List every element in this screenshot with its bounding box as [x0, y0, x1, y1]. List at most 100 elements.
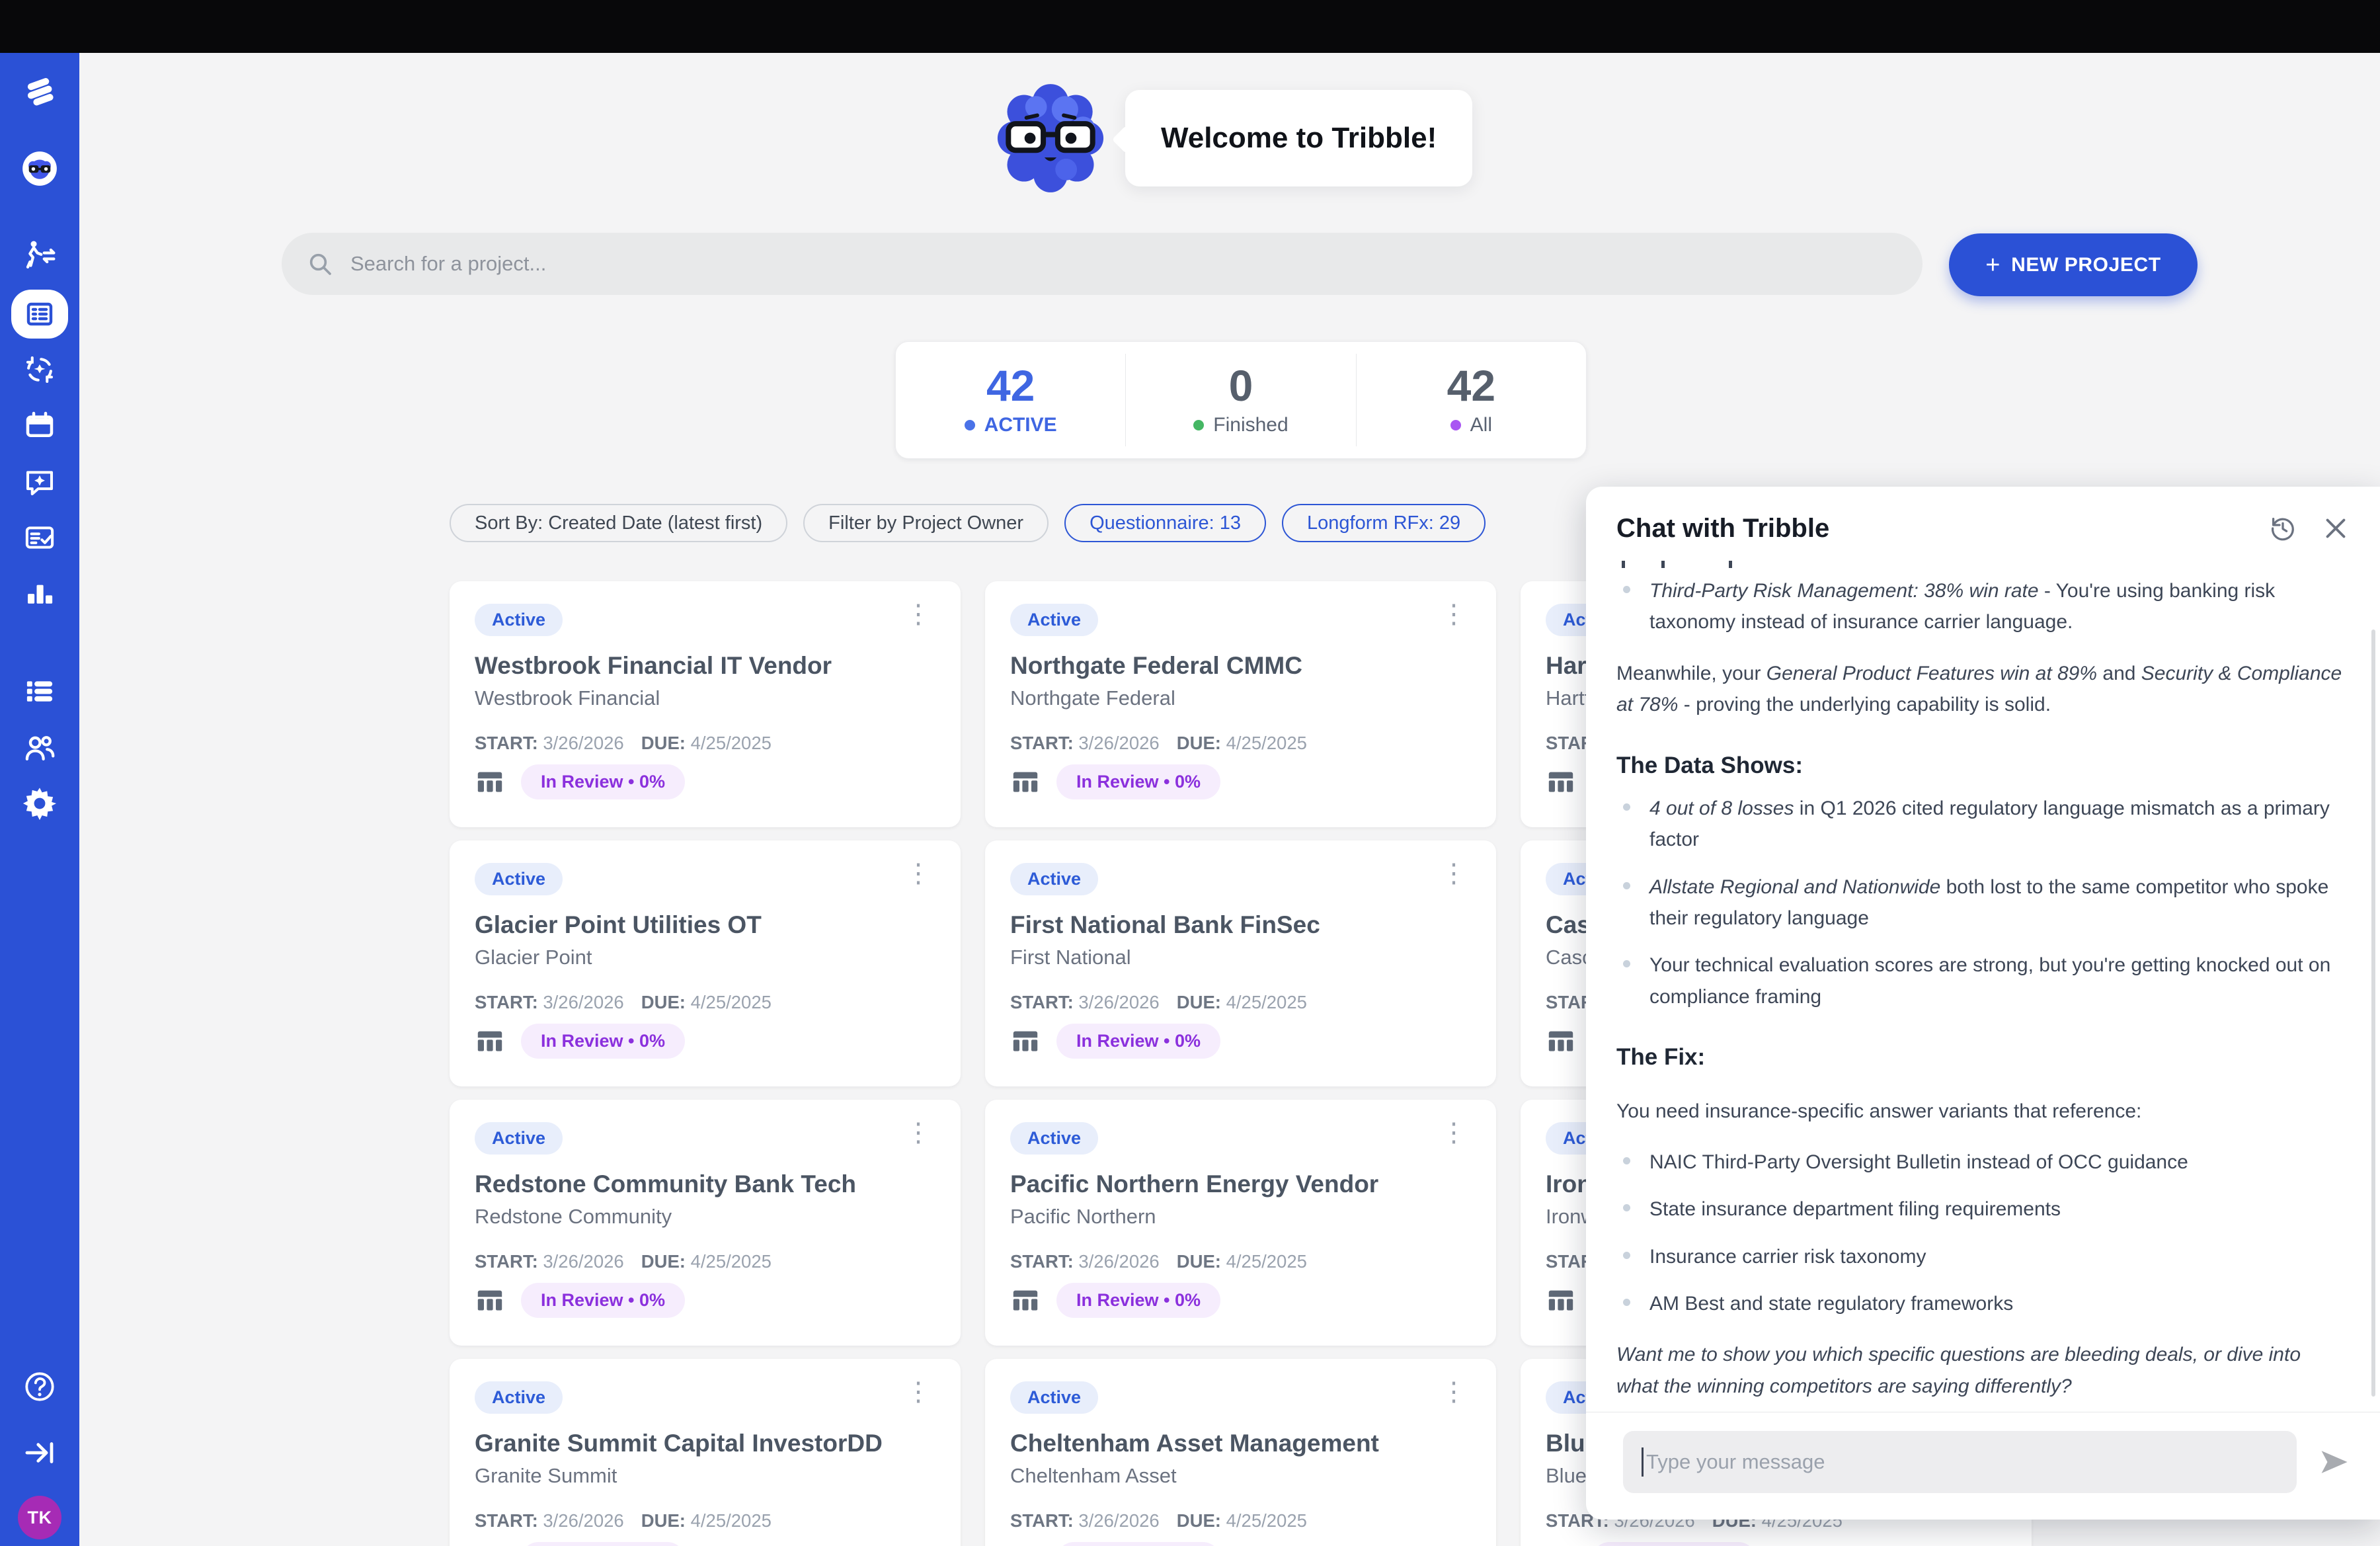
project-card[interactable]: Active⋮Northgate Federal CMMCNorthgate F… — [985, 581, 1496, 827]
project-status-badge: Active — [475, 1122, 563, 1155]
project-status-badge: Active — [1010, 604, 1098, 636]
card-top-row: Active ⋮ — [1010, 604, 1471, 636]
chat-input-wrap[interactable] — [1623, 1431, 2297, 1493]
project-client: Northgate Federal — [1010, 686, 1471, 710]
review-progress-badge: In Review • 0% — [1056, 1283, 1220, 1318]
sort-chip[interactable]: Sort By: Created Date (latest first) — [450, 504, 787, 542]
list-rows-icon[interactable] — [22, 673, 58, 709]
chat-history-button[interactable] — [2268, 513, 2298, 544]
review-progress-badge: In Review • 0% — [521, 1542, 685, 1546]
kebab-menu-icon[interactable]: ⋮ — [1437, 604, 1471, 625]
new-project-label: NEW PROJECT — [2011, 254, 2161, 276]
chat-text-segment: Insurance carrier risk taxonomy — [1649, 1246, 1926, 1268]
kebab-menu-icon[interactable]: ⋮ — [901, 1122, 935, 1143]
project-card[interactable]: Active⋮Westbrook Financial IT VendorWest… — [450, 581, 961, 827]
plus-icon: + — [1985, 253, 2001, 278]
chat-heading: The Data Shows: — [1616, 747, 2346, 784]
card-top-row: Active⋮ — [475, 1381, 935, 1414]
stat-active[interactable]: 42 ACTIVE — [896, 354, 1125, 446]
chat-bullet-list: 4 out of 8 losses in Q1 2026 cited regul… — [1616, 793, 2346, 1012]
card-top-row: Active⋮ — [1010, 1122, 1471, 1155]
walking-handoff-icon[interactable] — [22, 238, 58, 274]
project-card[interactable]: Active⋮Glacier Point Utilities OTGlacier… — [450, 840, 961, 1086]
project-stats: 42 ACTIVE 0 Finished 42 All — [895, 341, 1587, 459]
card-top-row: Active ⋮ — [475, 1122, 935, 1155]
kebab-menu-icon[interactable]: ⋮ — [901, 604, 935, 625]
bullet-dot-icon — [1623, 803, 1630, 811]
stat-all-label: All — [1470, 414, 1492, 436]
sync-sparkle-icon[interactable] — [22, 352, 58, 387]
project-progress-row: In Review • 0% — [1010, 1024, 1471, 1059]
chat-text-segment: - proving the underlying capability is s… — [1678, 694, 2051, 715]
project-title: Redstone Community Bank Tech — [475, 1170, 935, 1198]
kebab-menu-icon[interactable]: ⋮ — [1437, 1381, 1471, 1403]
kebab-menu-icon[interactable]: ⋮ — [1437, 863, 1471, 884]
kebab-menu-icon[interactable]: ⋮ — [901, 1381, 935, 1403]
chat-text-segment: General Product Features win at 89% — [1766, 663, 2097, 684]
help-icon[interactable] — [22, 1369, 58, 1404]
chat-text-segment: Your technical evaluation scores are str… — [1649, 954, 2330, 1007]
project-status-badge: Active — [1010, 863, 1098, 895]
card-top-row: Active ⋮ — [1010, 863, 1471, 895]
send-button[interactable] — [2317, 1445, 2351, 1479]
clipped-text-fragment — [1616, 559, 2346, 569]
chat-bullet-item: Third-Party Risk Management: 38% win rat… — [1616, 575, 2346, 638]
new-project-button[interactable]: + NEW PROJECT — [1949, 233, 2198, 296]
table-icon — [1010, 1285, 1041, 1316]
project-card[interactable]: Active⋮Cheltenham Asset ManagementChelte… — [985, 1359, 1496, 1546]
text-caret — [1642, 1447, 1644, 1477]
chat-bullet-list: NAIC Third-Party Oversight Bulletin inst… — [1616, 1147, 2346, 1320]
owner-filter-chip[interactable]: Filter by Project Owner — [803, 504, 1049, 542]
bullet-dot-icon — [1623, 960, 1630, 967]
chat-sparkle-icon[interactable] — [22, 464, 58, 500]
chat-paragraph: You need insurance-specific answer varia… — [1616, 1096, 2346, 1127]
project-client: Glacier Point — [475, 946, 935, 969]
top-black-bar — [0, 0, 2380, 53]
project-card[interactable]: Active⋮ Granite Summit Capital InvestorDD… — [450, 1359, 961, 1546]
search-input[interactable] — [350, 252, 1897, 276]
project-card[interactable]: Active⋮First National Bank FinSecFirst N… — [985, 840, 1496, 1086]
list-check-icon[interactable] — [22, 520, 58, 555]
project-card[interactable]: Active⋮Pacific Northern Energy VendorPac… — [985, 1100, 1496, 1346]
app-screen: TK Welcome to Tribble! + N — [0, 0, 2380, 1546]
project-title: Westbrook Financial IT Vendor — [475, 652, 935, 680]
sidebar: TK — [0, 53, 79, 1546]
project-status-badge: Active — [475, 604, 563, 636]
user-avatar[interactable]: TK — [18, 1496, 61, 1539]
project-card[interactable]: Active ⋮ Redstone Community Bank Tech Redst… — [450, 1100, 961, 1346]
calendar-icon[interactable] — [22, 407, 58, 443]
chat-footer — [1586, 1412, 2380, 1520]
longform-rfx-chip[interactable]: Longform RFx: 29 — [1282, 504, 1486, 542]
chat-scrollbar[interactable] — [2371, 630, 2375, 1397]
chat-text-segment: You need insurance-specific answer varia… — [1616, 1100, 2141, 1122]
chat-close-button[interactable] — [2320, 513, 2351, 544]
logout-icon[interactable] — [22, 1435, 58, 1471]
gear-icon[interactable] — [22, 786, 58, 821]
kebab-menu-icon[interactable]: ⋮ — [1437, 1122, 1471, 1143]
people-icon[interactable] — [22, 730, 58, 766]
card-top-row: Active ⋮ — [475, 604, 935, 636]
stat-all[interactable]: 42 All — [1356, 354, 1586, 446]
bar-chart-icon[interactable] — [22, 575, 58, 611]
bullet-dot-icon — [1623, 882, 1630, 889]
kebab-menu-icon[interactable]: ⋮ — [901, 863, 935, 884]
chat-bullet-item: Your technical evaluation scores are str… — [1616, 950, 2346, 1012]
stat-finished[interactable]: 0 Finished — [1125, 354, 1355, 446]
project-title: Granite Summit Capital InvestorDD — [475, 1430, 935, 1457]
tribble-logo-icon[interactable] — [22, 74, 58, 110]
sidebar-item-projects-active[interactable] — [11, 290, 68, 339]
mascot-avatar-icon[interactable] — [22, 151, 58, 186]
card-top-row: Active⋮ — [1010, 1381, 1471, 1414]
project-dates: START: 3/26/2026DUE: 4/25/2025 — [475, 1510, 935, 1531]
questionnaire-chip[interactable]: Questionnaire: 13 — [1064, 504, 1266, 542]
project-progress-row: In Review • 0% — [1010, 764, 1471, 799]
project-search[interactable] — [282, 233, 1923, 295]
finished-dot — [1193, 420, 1204, 430]
stat-active-label: ACTIVE — [984, 414, 1057, 436]
send-icon — [2317, 1445, 2351, 1479]
project-client: Redstone Community — [475, 1205, 935, 1229]
chat-message-input[interactable] — [1646, 1450, 2278, 1474]
all-dot — [1450, 420, 1461, 430]
chat-message-body[interactable]: Third-Party Risk Management: 38% win rat… — [1586, 550, 2380, 1412]
stat-all-value: 42 — [1447, 364, 1495, 407]
